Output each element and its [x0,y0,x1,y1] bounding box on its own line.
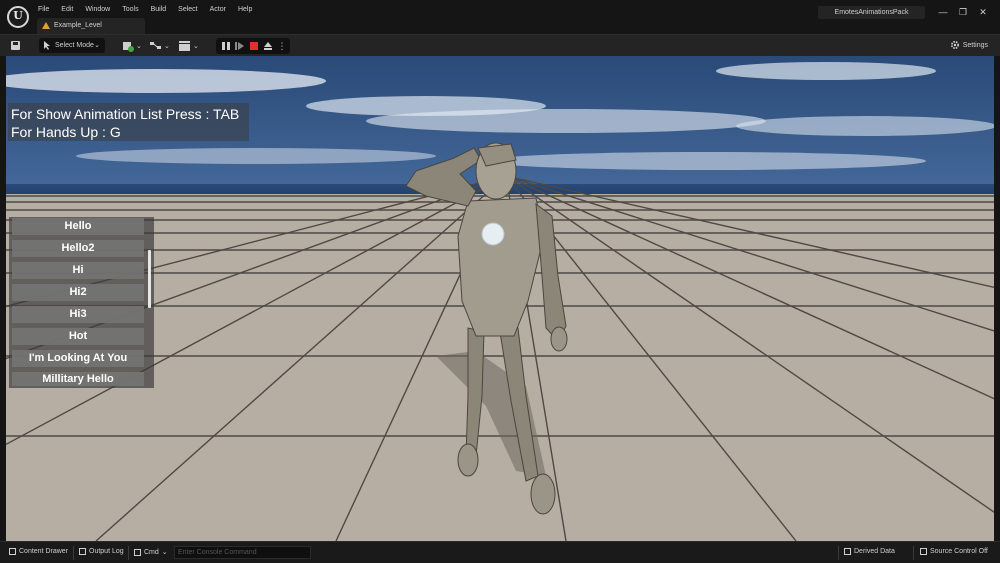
main-menu: File Edit Window Tools Build Select Acto… [38,5,264,15]
main-toolbar: Select Mode ⌄ ⌄ ⌄ ⌄ ⋮ Settings [0,34,1000,56]
hud-instructions: For Show Animation List Press : TAB For … [8,103,249,141]
save-icon[interactable] [9,39,23,53]
project-name: EmotesAnimationsPack [818,6,925,19]
gear-icon [950,40,959,50]
hud-line-animation-list: For Show Animation List Press : TAB [11,106,240,122]
menu-file[interactable]: File [38,5,56,15]
chevron-down-icon: ⌄ [161,549,168,556]
output-log-button[interactable]: Output Log [79,548,124,555]
more-options-icon[interactable]: ⋮ [277,41,287,51]
eject-icon[interactable] [263,41,273,51]
source-control-button[interactable]: Source Control Off [920,548,988,555]
hud-line-hands-up: For Hands Up : G [11,124,121,140]
menu-window[interactable]: Window [85,5,117,15]
close-button[interactable]: ✕ [976,5,990,19]
menu-edit[interactable]: Edit [61,5,80,15]
divider [913,546,914,560]
chevron-down-icon: ⌄ [94,42,100,49]
divider [128,546,129,560]
add-actor-button[interactable]: ⌄ [122,39,142,53]
minimize-button[interactable]: — [936,5,950,19]
settings-label: Settings [962,41,988,49]
level-tab[interactable]: Example_Level [37,18,145,34]
stop-icon[interactable] [249,41,259,51]
menu-build[interactable]: Build [151,5,174,15]
maximize-button[interactable]: ❐ [956,5,970,19]
divider [73,546,74,560]
level-viewport[interactable]: For Show Animation List Press : TAB For … [6,56,994,541]
menu-help[interactable]: Help [238,5,259,15]
blueprints-button[interactable]: ⌄ [150,39,170,53]
cmd-dropdown[interactable]: Cmd ⌄ [134,548,168,556]
animation-list-scrollbar[interactable] [148,250,151,308]
cinematics-button[interactable]: ⌄ [179,39,199,53]
add-actor-icon [123,42,134,52]
output-log-label: Output Log [89,548,124,555]
derived-data-icon [844,548,851,555]
select-mode-dropdown[interactable]: Select Mode ⌄ [39,38,105,53]
cursor-icon [44,41,50,50]
settings-button[interactable]: Settings [950,40,988,50]
derived-data-label: Derived Data [854,548,895,555]
play-controls: ⋮ [216,38,290,54]
menu-tools[interactable]: Tools [122,5,145,15]
menu-actor[interactable]: Actor [210,5,233,15]
animation-list-panel: Hello Hello2 Hi Hi2 Hi3 Hot I'm Looking … [9,217,154,388]
source-control-label: Source Control Off [930,548,988,555]
anim-button-hot[interactable]: Hot [12,328,144,345]
content-drawer-button[interactable]: Content Drawer [9,548,68,555]
console-command-input[interactable]: Enter Console Command [174,546,311,559]
title-bar: U File Edit Window Tools Build Select Ac… [0,0,1000,34]
cmd-label: Cmd [144,548,159,556]
chevron-down-icon: ⌄ [193,43,199,50]
anim-button-hi3[interactable]: Hi3 [12,306,144,323]
unreal-logo-icon[interactable]: U [7,6,29,28]
content-drawer-label: Content Drawer [19,548,69,555]
pause-icon[interactable] [221,41,231,51]
content-drawer-icon [9,548,16,555]
status-bar: Content Drawer Output Log Cmd ⌄ Enter Co… [0,541,1000,563]
step-forward-icon[interactable] [235,41,245,51]
anim-button-hi[interactable]: Hi [12,262,144,279]
blueprint-icon [150,42,161,49]
select-mode-label: Select Mode [55,42,94,49]
menu-select[interactable]: Select [178,5,204,15]
chevron-down-icon: ⌄ [164,43,170,50]
level-tab-label: Example_Level [54,22,102,29]
terminal-icon [134,548,141,556]
clapperboard-icon [179,41,190,51]
anim-button-military-hello[interactable]: Millitary Hello [12,372,144,386]
source-control-icon [920,548,927,555]
anim-button-hello2[interactable]: Hello2 [12,240,144,257]
anim-button-hi2[interactable]: Hi2 [12,284,144,301]
anim-button-hello[interactable]: Hello [12,218,144,235]
chevron-down-icon: ⌄ [136,43,142,50]
divider [838,546,839,560]
derived-data-button[interactable]: Derived Data [844,548,895,555]
level-icon [42,22,50,29]
output-log-icon [79,548,86,555]
anim-button-looking-at-you[interactable]: I'm Looking At You [12,350,144,367]
